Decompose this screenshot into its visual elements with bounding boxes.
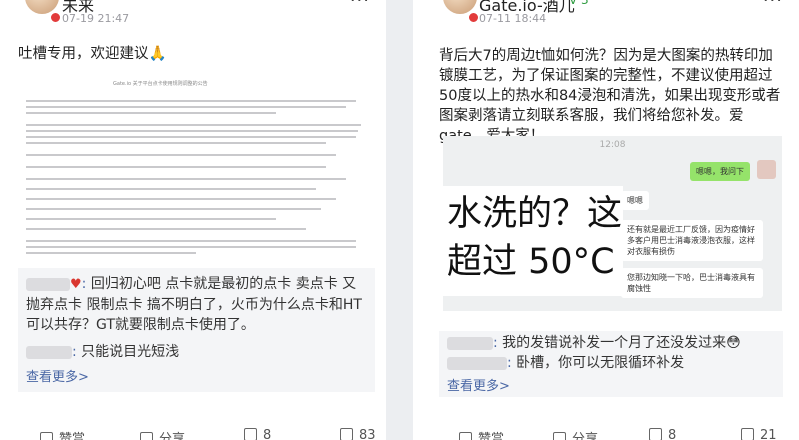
doc-line [26, 124, 361, 126]
see-more-link[interactable]: 查看更多> [447, 375, 510, 394]
doc-line [26, 188, 316, 190]
comment-text: 卧槽，你可以无限循环补发 [516, 355, 685, 371]
chat-bubble: 您那边知晓一下哈，巴士消毒液具有腐蚀性 [621, 268, 763, 298]
comment-icon [340, 428, 353, 440]
like-button[interactable]: 8 [649, 428, 676, 440]
doc-line [26, 166, 326, 168]
comment-text: 我的发错说补发一个月了还没发过来😳 [502, 335, 741, 351]
doc-line [26, 218, 276, 220]
commenter-name[interactable] [26, 345, 72, 359]
doc-line [26, 106, 346, 108]
thumb-up-icon [244, 428, 257, 440]
comment-button[interactable]: 83 [340, 428, 376, 440]
doc-line [26, 112, 276, 114]
chat-avatar [757, 160, 776, 179]
share-label: 分享 [159, 432, 186, 440]
coin-stack-icon [40, 432, 53, 440]
share-icon [553, 432, 566, 440]
comment-icon [741, 428, 754, 440]
doc-line [26, 154, 336, 156]
doc-line [26, 208, 321, 210]
chat-time: 12:08 [599, 140, 626, 150]
comment-count: 21 [760, 428, 777, 440]
chat-screenshot-image[interactable]: 12:08 嗯嗯，我问下 嗯嗯 还有就是最近工厂反馈，因为疫情好多客户用巴士消毒… [443, 136, 782, 311]
like-count: 8 [668, 428, 677, 440]
action-bar: 赞赏 分享 8 83 [0, 424, 386, 440]
verified-badge-icon [49, 11, 62, 24]
comment-item[interactable]: ♥: 回归初心吧 点卡就是最初的点卡 卖点卡 又抛弃点卡 限制点卡 搞不明白了，… [26, 274, 367, 335]
doc-line [26, 136, 356, 138]
like-button[interactable]: 8 [244, 428, 271, 440]
comment-item[interactable]: : 卧槽，你可以无限循环补发 [447, 353, 775, 373]
doc-line [26, 240, 356, 242]
action-bar: 赞赏 分享 8 21 [413, 424, 799, 440]
comment-text: 只能说目光短浅 [81, 344, 180, 360]
announcement-title: Gate.io 关于平台点卡使用规则调整的公告 [113, 81, 208, 87]
comment-item[interactable]: : 我的发错说补发一个月了还没发过来😳 [447, 333, 775, 353]
comment-preview: : 我的发错说补发一个月了还没发过来😳 : 卧槽，你可以无限循环补发 查看更多> [439, 331, 783, 397]
reward-label: 赞赏 [478, 432, 505, 440]
announcement-image[interactable]: Gate.io 关于平台点卡使用规则调整的公告 [18, 70, 368, 264]
like-count: 8 [263, 428, 272, 440]
coin-stack-icon [459, 432, 472, 440]
commenter-name[interactable] [447, 336, 493, 350]
doc-line [26, 198, 336, 200]
thumb-up-icon [649, 428, 662, 440]
zoomed-text-line: 超过 50°C [447, 242, 615, 282]
share-label: 分享 [572, 432, 599, 440]
share-button[interactable]: 分享 [553, 428, 598, 440]
doc-line [26, 228, 306, 230]
reward-label: 赞赏 [59, 432, 86, 440]
share-button[interactable]: 分享 [140, 428, 185, 440]
comment-count: 83 [359, 428, 376, 440]
post-time: 07-19 21:47 [62, 12, 130, 25]
chat-bubble-mine: 嗯嗯，我问下 [690, 162, 750, 181]
post-header: 未来 07-19 21:47 ··· [0, 0, 386, 34]
post-time: 07-11 18:44 [479, 12, 547, 25]
more-options-icon[interactable]: ··· [350, 0, 370, 11]
commenter-name[interactable] [447, 356, 507, 370]
reward-button[interactable]: 赞赏 [459, 428, 504, 440]
doc-line [26, 130, 358, 132]
comment-button[interactable]: 21 [741, 428, 777, 440]
rank-badge: V 3 [569, 0, 589, 7]
more-options-icon[interactable]: ··· [763, 0, 783, 11]
feed: 未来 07-19 21:47 ··· 吐槽专用，欢迎建议🙏 Gate.io 关于… [0, 0, 799, 440]
doc-line [26, 142, 326, 144]
chat-bubble: 嗯嗯 [621, 191, 649, 210]
comment-item[interactable]: : 只能说目光短浅 [26, 342, 367, 362]
doc-line [26, 246, 356, 248]
post-header: Gate.io-酒儿 V 3 07-11 18:44 ··· [413, 0, 799, 34]
heart-icon: ♥ [70, 277, 82, 292]
zoomed-text-overlay: 水洗的？这 超过 50°C [443, 186, 623, 296]
commenter-name[interactable] [26, 277, 70, 291]
post-card-right: Gate.io-酒儿 V 3 07-11 18:44 ··· 背后大7的周边t恤… [413, 0, 799, 440]
doc-line [26, 252, 196, 254]
zoomed-text-line: 水洗的？这 [447, 194, 623, 234]
rank-level: 3 [581, 0, 589, 7]
doc-line [26, 100, 356, 102]
chat-bubble: 还有就是最近工厂反馈，因为疫情好多客户用巴士消毒液浸泡衣服，这样对衣服有损伤 [621, 220, 763, 261]
see-more-link[interactable]: 查看更多> [26, 366, 89, 385]
comment-preview: ♥: 回归初心吧 点卡就是最初的点卡 卖点卡 又抛弃点卡 限制点卡 搞不明白了，… [18, 268, 375, 392]
post-text: 吐槽专用，欢迎建议🙏 [18, 46, 167, 62]
share-icon [140, 432, 153, 440]
post-text: 背后大7的周边t恤如何洗？因为是大图案的热转印加镀膜工艺，为了保证图案的完整性，… [439, 48, 781, 144]
doc-line [26, 178, 346, 180]
reward-button[interactable]: 赞赏 [40, 428, 85, 440]
post-card-left: 未来 07-19 21:47 ··· 吐槽专用，欢迎建议🙏 Gate.io 关于… [0, 0, 386, 440]
